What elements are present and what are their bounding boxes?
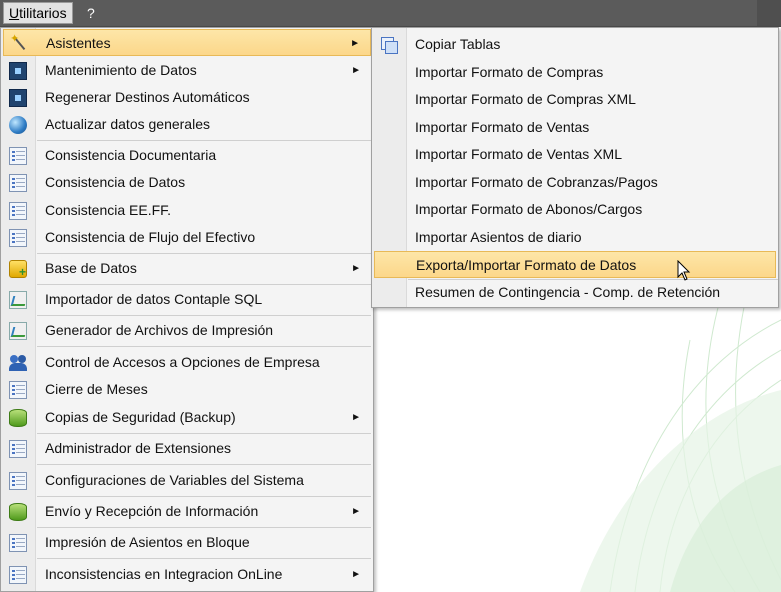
menu-item-consistencia-documentaria[interactable]: Consistencia Documentaria: [3, 142, 371, 169]
submenu-item-importar-cobranzas-pagos[interactable]: Importar Formato de Cobranzas/Pagos: [374, 169, 776, 196]
menu-item-consistencia-flujo[interactable]: Consistencia de Flujo del Efectivo: [3, 224, 371, 251]
menu-item-cierre-meses[interactable]: Cierre de Meses: [3, 376, 371, 403]
menu-item-control-accesos[interactable]: Control de Accesos a Opciones de Empresa: [3, 349, 371, 376]
menu-item-importador-contaple[interactable]: Importador de datos Contaple SQL: [3, 286, 371, 313]
submenu-arrow-icon: ►: [351, 506, 361, 517]
menubar: Utilitarios ?: [0, 0, 781, 27]
menu-separator: [37, 315, 371, 316]
utilitarios-dropdown: Asistentes ► Mantenimiento de Datos ► Re…: [0, 27, 374, 592]
database-icon: [9, 503, 27, 521]
menu-separator: [37, 433, 371, 434]
menu-separator: [37, 464, 371, 465]
menu-separator: [37, 140, 371, 141]
menu-item-copias-seguridad[interactable]: Copias de Seguridad (Backup) ►: [3, 404, 371, 431]
submenu-item-importar-abonos-cargos[interactable]: Importar Formato de Abonos/Cargos: [374, 196, 776, 223]
menu-item-envio-recepcion[interactable]: Envío y Recepción de Información ►: [3, 498, 371, 525]
asistentes-submenu: Copiar Tablas Importar Formato de Compra…: [371, 27, 779, 308]
submenu-arrow-icon: ►: [351, 65, 361, 76]
document-list-icon: [9, 174, 27, 192]
submenu-item-importar-asientos-diario[interactable]: Importar Asientos de diario: [374, 224, 776, 251]
menu-item-administrador-extensiones[interactable]: Administrador de Extensiones: [3, 435, 371, 462]
submenu-arrow-icon: ►: [351, 569, 361, 580]
maintenance-icon: [9, 62, 27, 80]
document-list-icon: [9, 472, 27, 490]
database-add-icon: [9, 260, 27, 279]
window-edge: [757, 0, 781, 26]
submenu-item-importar-ventas[interactable]: Importar Formato de Ventas: [374, 114, 776, 141]
regenerate-icon: [9, 89, 27, 107]
menu-item-actualizar-datos[interactable]: Actualizar datos generales: [3, 111, 371, 138]
mouse-cursor-icon: [677, 260, 691, 281]
menu-separator: [37, 558, 371, 559]
document-list-icon: [9, 440, 27, 458]
menu-item-consistencia-eeff[interactable]: Consistencia EE.FF.: [3, 197, 371, 224]
menu-separator: [37, 496, 371, 497]
menu-separator: [37, 253, 371, 254]
menu-separator: [37, 527, 371, 528]
chart-icon: [9, 322, 27, 340]
document-list-icon: [9, 202, 27, 220]
document-list-icon: [9, 566, 27, 584]
menu-utilitarios[interactable]: Utilitarios: [3, 2, 73, 24]
menu-help[interactable]: ?: [82, 3, 100, 23]
submenu-arrow-icon: ►: [351, 263, 361, 274]
submenu-item-copiar-tablas[interactable]: Copiar Tablas: [374, 31, 776, 58]
menu-separator: [37, 346, 371, 347]
menu-item-generador-archivos[interactable]: Generador de Archivos de Impresión: [3, 317, 371, 344]
document-list-icon: [9, 534, 27, 552]
menu-item-regenerar-destinos[interactable]: Regenerar Destinos Automáticos: [3, 84, 371, 111]
copy-tables-icon: [380, 36, 398, 54]
submenu-arrow-icon: ►: [351, 412, 361, 423]
menu-item-consistencia-datos[interactable]: Consistencia de Datos: [3, 169, 371, 196]
globe-icon: [9, 116, 27, 134]
chart-icon: [9, 291, 27, 309]
menu-item-configuraciones-variables[interactable]: Configuraciones de Variables del Sistema: [3, 467, 371, 494]
menu-separator: [37, 284, 371, 285]
document-list-icon: [9, 229, 27, 247]
menu-item-inconsistencias-integracion[interactable]: Inconsistencias en Integracion OnLine ►: [3, 561, 371, 588]
database-icon: [9, 409, 27, 427]
document-list-icon: [9, 381, 27, 399]
submenu-item-exporta-importar-formato[interactable]: Exporta/Importar Formato de Datos: [374, 251, 776, 278]
submenu-arrow-icon: ►: [350, 38, 360, 49]
submenu-item-resumen-contingencia[interactable]: Resumen de Contingencia - Comp. de Reten…: [374, 279, 776, 306]
menu-item-mantenimiento-datos[interactable]: Mantenimiento de Datos ►: [3, 57, 371, 84]
menu-item-base-datos[interactable]: Base de Datos ►: [3, 255, 371, 282]
background-decoration: [580, 280, 781, 592]
users-icon: [9, 354, 27, 372]
submenu-item-importar-compras[interactable]: Importar Formato de Compras: [374, 59, 776, 86]
menu-item-asistentes[interactable]: Asistentes ►: [3, 29, 371, 56]
submenu-item-importar-compras-xml[interactable]: Importar Formato de Compras XML: [374, 86, 776, 113]
submenu-item-importar-ventas-xml[interactable]: Importar Formato de Ventas XML: [374, 141, 776, 168]
magic-wand-icon: [10, 32, 28, 53]
menu-item-impresion-asientos[interactable]: Impresión de Asientos en Bloque: [3, 529, 371, 556]
document-list-icon: [9, 147, 27, 165]
